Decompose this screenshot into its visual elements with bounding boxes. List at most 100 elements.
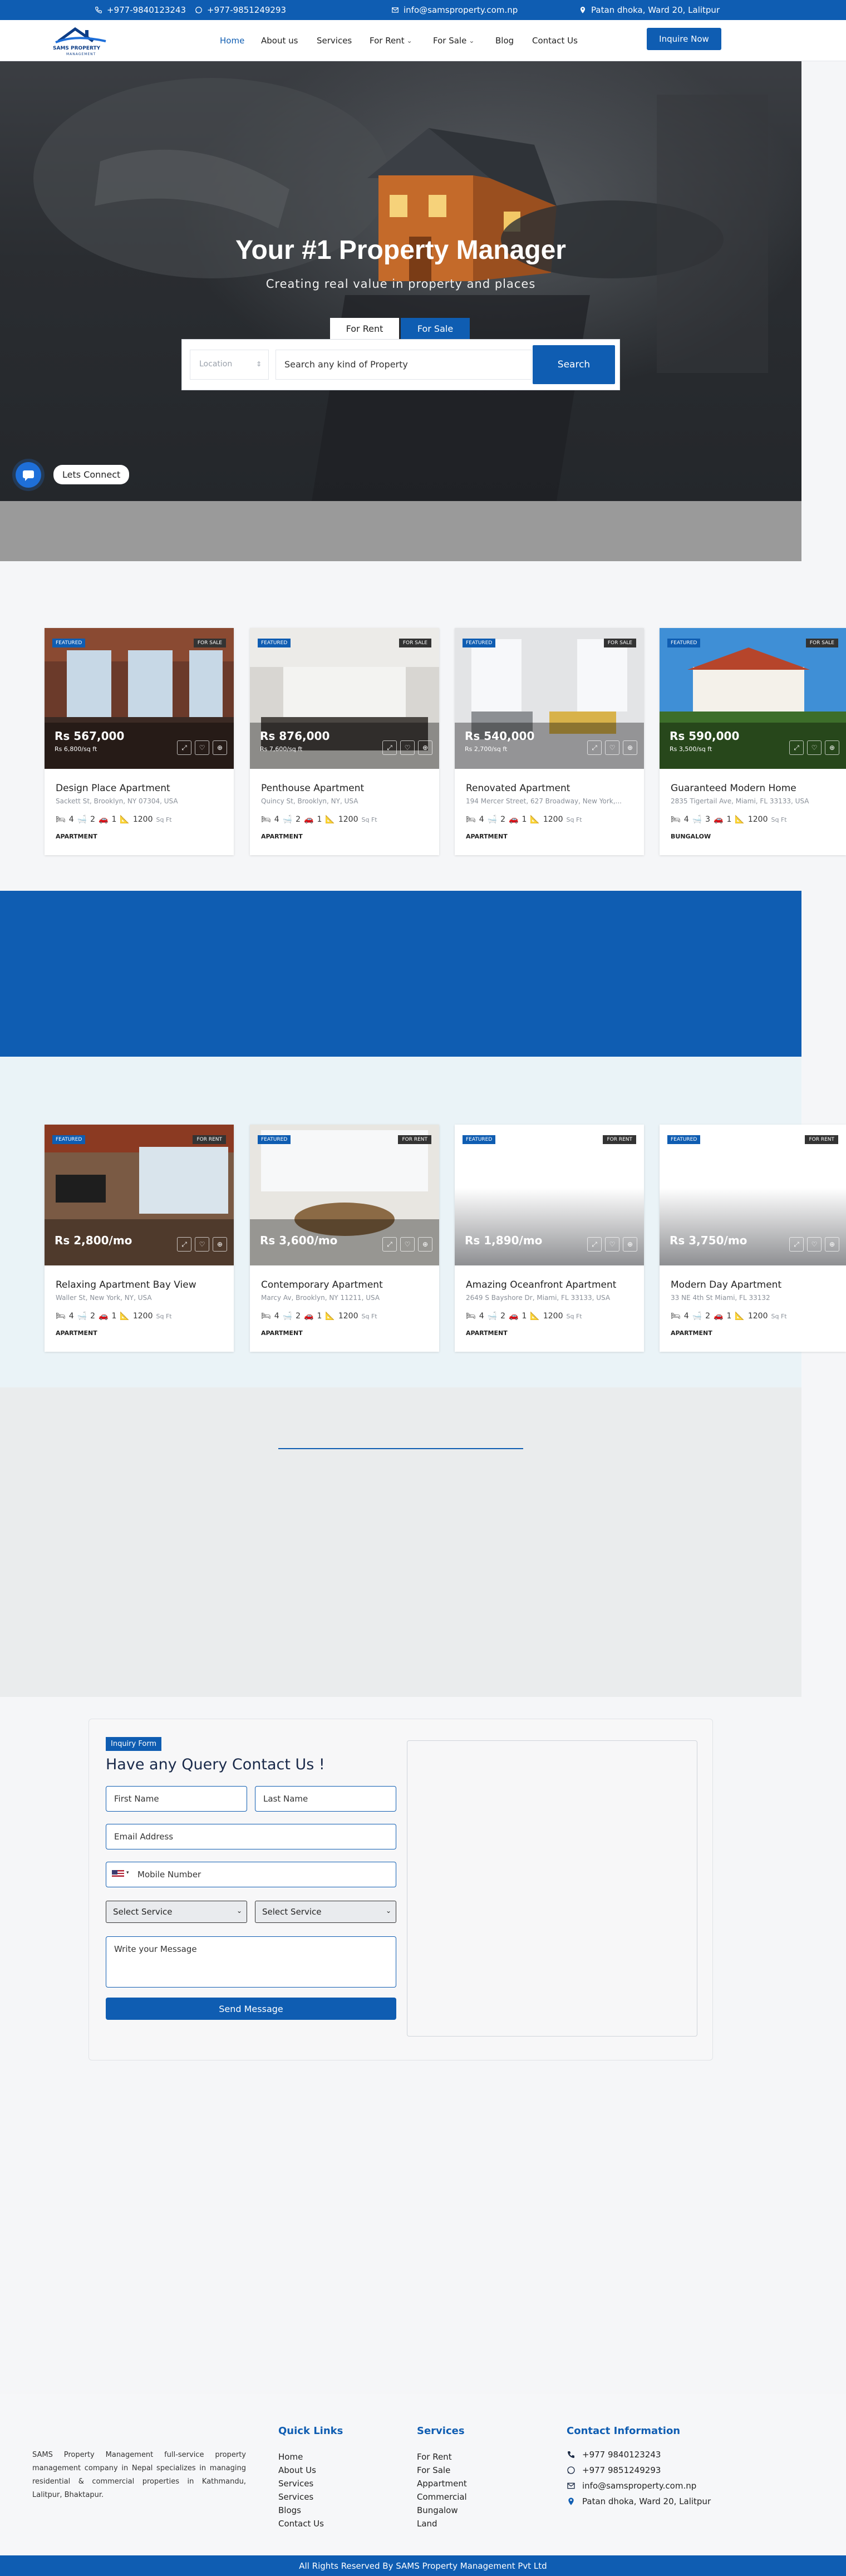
nav-about[interactable]: About us bbox=[261, 36, 298, 46]
footer-service-rent[interactable]: For Rent bbox=[417, 2452, 452, 2462]
nav-contact[interactable]: Contact Us bbox=[532, 36, 578, 46]
area-value: 1200 bbox=[338, 1312, 358, 1321]
service-select-1[interactable]: Select Service ⌄ bbox=[106, 1901, 247, 1923]
footer-link-blogs[interactable]: Blogs bbox=[278, 2505, 301, 2515]
nav-for-sale[interactable]: For Sale ⌄ bbox=[433, 36, 474, 46]
nav-services[interactable]: Services bbox=[317, 36, 352, 46]
listing-title[interactable]: Modern Day Apartment bbox=[671, 1279, 781, 1291]
expand-icon[interactable]: ⤢ bbox=[789, 740, 804, 755]
nav-for-rent[interactable]: For Rent ⌄ bbox=[370, 36, 412, 46]
footer-service-land[interactable]: Land bbox=[417, 2519, 437, 2529]
heart-icon[interactable]: ♡ bbox=[605, 1237, 619, 1252]
listing-title[interactable]: Amazing Oceanfront Apartment bbox=[466, 1279, 616, 1291]
listing-title[interactable]: Penthouse Apartment bbox=[261, 783, 364, 794]
inquire-now-button[interactable]: Inquire Now bbox=[647, 28, 721, 50]
area-icon: 📐 bbox=[325, 815, 335, 824]
footer-contact-email[interactable]: info@samsproperty.com.np bbox=[567, 2481, 696, 2491]
search-button[interactable]: Search bbox=[533, 345, 615, 384]
heart-icon[interactable]: ♡ bbox=[400, 740, 415, 755]
compare-icon[interactable]: ⊕ bbox=[623, 740, 637, 755]
footer-service-sale[interactable]: For Sale bbox=[417, 2465, 450, 2475]
main-navigation: SAMS PROPERTY MANAGEMENT Home About us S… bbox=[0, 20, 846, 61]
heart-icon[interactable]: ♡ bbox=[605, 740, 619, 755]
heart-icon[interactable]: ♡ bbox=[807, 1237, 822, 1252]
listing-card[interactable]: FEATURED FOR RENT Rs 3,600/mo ⤢ ♡ ⊕ Contem… bbox=[250, 1125, 439, 1352]
heart-icon[interactable]: ♡ bbox=[195, 740, 209, 755]
expand-icon[interactable]: ⤢ bbox=[587, 740, 602, 755]
first-name-field[interactable]: First Name bbox=[106, 1786, 247, 1812]
area-unit: Sq Ft bbox=[361, 816, 377, 823]
topbar-email[interactable]: info@samsproperty.com.np bbox=[391, 5, 518, 15]
site-logo[interactable]: SAMS PROPERTY MANAGEMENT bbox=[53, 24, 109, 57]
message-textarea[interactable]: Write your Message bbox=[106, 1936, 396, 1988]
service-select-2[interactable]: Select Service ⌄ bbox=[255, 1901, 396, 1923]
heart-icon[interactable]: ♡ bbox=[195, 1237, 209, 1252]
last-name-field[interactable]: Last Name bbox=[255, 1786, 396, 1812]
compare-icon[interactable]: ⊕ bbox=[213, 1237, 227, 1252]
compare-icon[interactable]: ⊕ bbox=[825, 740, 839, 755]
listing-card[interactable]: FEATURED FOR RENT Rs 1,890/mo ⤢ ♡ ⊕ Amazin… bbox=[455, 1125, 644, 1352]
footer-link-services-2[interactable]: Services bbox=[278, 2492, 313, 2502]
expand-icon[interactable]: ⤢ bbox=[177, 740, 191, 755]
tab-for-rent[interactable]: For Rent bbox=[330, 318, 399, 339]
listing-title[interactable]: Relaxing Apartment Bay View bbox=[56, 1279, 196, 1291]
heart-icon[interactable]: ♡ bbox=[807, 740, 822, 755]
listing-address: 2835 Tigertail Ave, Miami, FL 33133, USA bbox=[671, 797, 809, 805]
topbar-address: Patan dhoka, Ward 20, Lalitpur bbox=[579, 5, 720, 15]
expand-icon[interactable]: ⤢ bbox=[382, 740, 397, 755]
email-field[interactable]: Email Address bbox=[106, 1824, 396, 1849]
topbar-phone-1[interactable]: +977-9840123243 bbox=[95, 5, 186, 15]
listing-card[interactable]: FEATURED FOR SALE Rs 876,000 Rs 7,600/sq… bbox=[250, 628, 439, 855]
listing-title[interactable]: Contemporary Apartment bbox=[261, 1279, 383, 1291]
expand-icon[interactable]: ⤢ bbox=[789, 1237, 804, 1252]
mobile-number-field[interactable]: ▾ Mobile Number bbox=[106, 1862, 396, 1887]
compare-icon[interactable]: ⊕ bbox=[418, 740, 432, 755]
footer-link-about[interactable]: About Us bbox=[278, 2465, 316, 2475]
listing-card[interactable]: FEATURED FOR SALE Rs 567,000 Rs 6,800/sq… bbox=[45, 628, 234, 855]
compare-icon[interactable]: ⊕ bbox=[213, 740, 227, 755]
beds-count: 4 bbox=[479, 1312, 484, 1321]
footer-contact-phone-2[interactable]: +977 9851249293 bbox=[567, 2465, 661, 2475]
baths-count: 2 bbox=[90, 815, 96, 824]
location-select[interactable]: Location ⇕ bbox=[190, 350, 269, 380]
area-unit: Sq Ft bbox=[156, 816, 172, 823]
lets-connect-label[interactable]: Lets Connect bbox=[53, 465, 130, 484]
compare-icon[interactable]: ⊕ bbox=[623, 1237, 637, 1252]
footer-service-commercial[interactable]: Commercial bbox=[417, 2492, 467, 2502]
expand-icon[interactable]: ⤢ bbox=[587, 1237, 602, 1252]
send-message-button[interactable]: Send Message bbox=[106, 1998, 396, 2020]
listing-title[interactable]: Design Place Apartment bbox=[56, 783, 170, 794]
listing-card[interactable]: FEATURED FOR SALE Rs 540,000 Rs 2,700/sq… bbox=[455, 628, 644, 855]
listing-title[interactable]: Renovated Apartment bbox=[466, 783, 570, 794]
heart-icon[interactable]: ♡ bbox=[400, 1237, 415, 1252]
map-embed[interactable] bbox=[407, 1740, 697, 2037]
listing-title[interactable]: Guaranteed Modern Home bbox=[671, 783, 796, 794]
listing-card[interactable]: FEATURED FOR RENT Rs 2,800/mo ⤢ ♡ ⊕ Relaxi… bbox=[45, 1125, 234, 1352]
expand-icon[interactable]: ⤢ bbox=[382, 1237, 397, 1252]
tab-for-sale[interactable]: For Sale bbox=[401, 318, 470, 339]
footer-link-home[interactable]: Home bbox=[278, 2452, 303, 2462]
bath-icon: 🛁 bbox=[692, 815, 702, 824]
topbar-phone-2[interactable]: +977-9851249293 bbox=[195, 5, 286, 15]
footer-service-bungalow[interactable]: Bungalow bbox=[417, 2505, 458, 2515]
area-value: 1200 bbox=[132, 1312, 153, 1321]
listing-category: APARTMENT bbox=[466, 833, 508, 840]
nav-blog[interactable]: Blog bbox=[495, 36, 514, 46]
footer-link-contact[interactable]: Contact Us bbox=[278, 2519, 324, 2529]
chat-launcher-button[interactable] bbox=[16, 462, 41, 488]
footer-contact-phone-1[interactable]: +977 9840123243 bbox=[567, 2450, 661, 2460]
listing-card[interactable]: FEATURED FOR SALE Rs 590,000 Rs 3,500/sq… bbox=[660, 628, 846, 855]
property-search-input[interactable]: Search any kind of Property bbox=[276, 350, 532, 380]
listing-card[interactable]: FEATURED FOR RENT Rs 3,750/mo ⤢ ♡ ⊕ Modern… bbox=[660, 1125, 846, 1352]
area-unit: Sq Ft bbox=[771, 816, 787, 823]
listing-actions: ⤢ ♡ ⊕ bbox=[587, 1237, 637, 1252]
nav-home[interactable]: Home bbox=[220, 36, 244, 46]
compare-icon[interactable]: ⊕ bbox=[418, 1237, 432, 1252]
listing-features: 🛏 4 🛁 2 🚗 1 📐 1200 Sq Ft bbox=[261, 1312, 377, 1321]
listing-features: 🛏 4 🛁 2 🚗 1 📐 1200 Sq Ft bbox=[671, 1312, 787, 1321]
expand-icon[interactable]: ⤢ bbox=[177, 1237, 191, 1252]
footer-service-apartment[interactable]: Appartment bbox=[417, 2479, 467, 2489]
compare-icon[interactable]: ⊕ bbox=[825, 1237, 839, 1252]
us-flag-icon[interactable] bbox=[112, 1870, 124, 1879]
footer-link-services[interactable]: Services bbox=[278, 2479, 313, 2489]
